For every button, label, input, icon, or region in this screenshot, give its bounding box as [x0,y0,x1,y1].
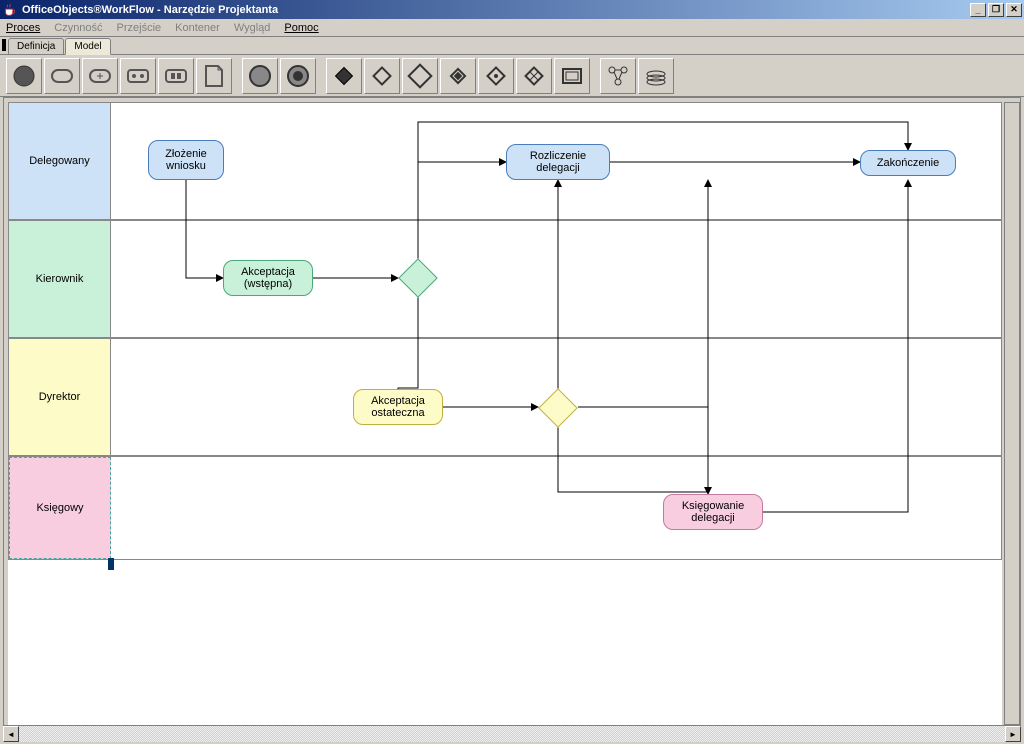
tab-model[interactable]: Model [65,38,110,55]
tool-diamond-dark-icon[interactable] [326,58,362,94]
window-controls: _ ❐ ✕ [970,3,1022,17]
tool-circle-dark-icon[interactable] [6,58,42,94]
menu-bar: Proces Czynność Przejście Kontener Wyglą… [0,19,1024,37]
swimlane-dyrektor[interactable]: Dyrektor [8,338,1002,456]
vertical-scrollbar[interactable] [1004,102,1020,725]
swimlane-label: Dyrektor [9,339,111,455]
menu-proces[interactable]: Proces [6,22,40,34]
canvas-area: Delegowany Kierownik Dyrektor Księgowy [3,97,1021,726]
tool-circle-outline-icon[interactable] [242,58,278,94]
scroll-right-icon[interactable]: ► [1005,726,1021,742]
swimlane-label: Kierownik [9,221,111,337]
window-title: OfficeObjects®WorkFlow - Narzędzie Proje… [22,4,970,16]
menu-kontener: Kontener [175,22,220,34]
minimize-button[interactable]: _ [970,3,986,17]
tool-note-icon[interactable] [196,58,232,94]
menu-pomoc[interactable]: Pomoc [284,22,318,34]
close-button[interactable]: ✕ [1006,3,1022,17]
tool-graph-icon[interactable] [600,58,636,94]
swimlane-ksiegowy[interactable]: Księgowy [8,456,1002,560]
tool-diamond-x-icon[interactable] [516,58,552,94]
tool-rounded-rect-icon[interactable] [44,58,80,94]
tool-diamond-small-icon[interactable] [440,58,476,94]
tool-rect-double-icon[interactable] [554,58,590,94]
tool-rect-pattern-2-icon[interactable] [158,58,194,94]
menu-czynnosc: Czynność [54,22,102,34]
scroll-track[interactable] [19,726,1005,742]
node-zakonczenie[interactable]: Zakończenie [860,150,956,176]
swimlane-kierownik[interactable]: Kierownik [8,220,1002,338]
menu-przejscie: Przejście [117,22,162,34]
diagram-canvas[interactable]: Delegowany Kierownik Dyrektor Księgowy [8,102,1002,725]
horizontal-scrollbar[interactable]: ◄ ► [3,726,1021,742]
node-ksiegowanie-delegacji[interactable]: Księgowanie delegacji [663,494,763,530]
node-rozliczenie-delegacji[interactable]: Rozliczenie delegacji [506,144,610,180]
tool-diamond-light-icon[interactable] [364,58,400,94]
scroll-left-icon[interactable]: ◄ [3,726,19,742]
insertion-caret-icon [108,558,114,570]
gateway-dyrektor[interactable] [538,388,578,428]
tab-definicja[interactable]: Definicja [8,38,64,54]
node-zlozenie-wniosku[interactable]: Złożenie wniosku [148,140,224,180]
tab-grip-icon[interactable] [2,39,6,51]
tool-diamond-big-icon[interactable] [402,58,438,94]
tabs: Definicja Model [0,37,1024,55]
tool-diamond-dot-icon[interactable] [478,58,514,94]
menu-wyglad: Wygląd [234,22,271,34]
node-akceptacja-wstepna[interactable]: Akceptacja (wstępna) [223,260,313,296]
gateway-kierownik[interactable] [398,258,438,298]
maximize-button[interactable]: ❐ [988,3,1004,17]
title-bar: OfficeObjects®WorkFlow - Narzędzie Proje… [0,0,1024,19]
swimlane-label: Księgowy [9,457,111,559]
swimlane-label: Delegowany [9,103,111,219]
tool-rounded-rect-plus-icon[interactable] [82,58,118,94]
node-akceptacja-ostateczna[interactable]: Akceptacja ostateczna [353,389,443,425]
tool-circle-ring-icon[interactable] [280,58,316,94]
tool-print-icon[interactable] [638,58,674,94]
tool-rect-pattern-1-icon[interactable] [120,58,156,94]
toolbar [0,55,1024,97]
java-cup-icon [2,2,18,18]
